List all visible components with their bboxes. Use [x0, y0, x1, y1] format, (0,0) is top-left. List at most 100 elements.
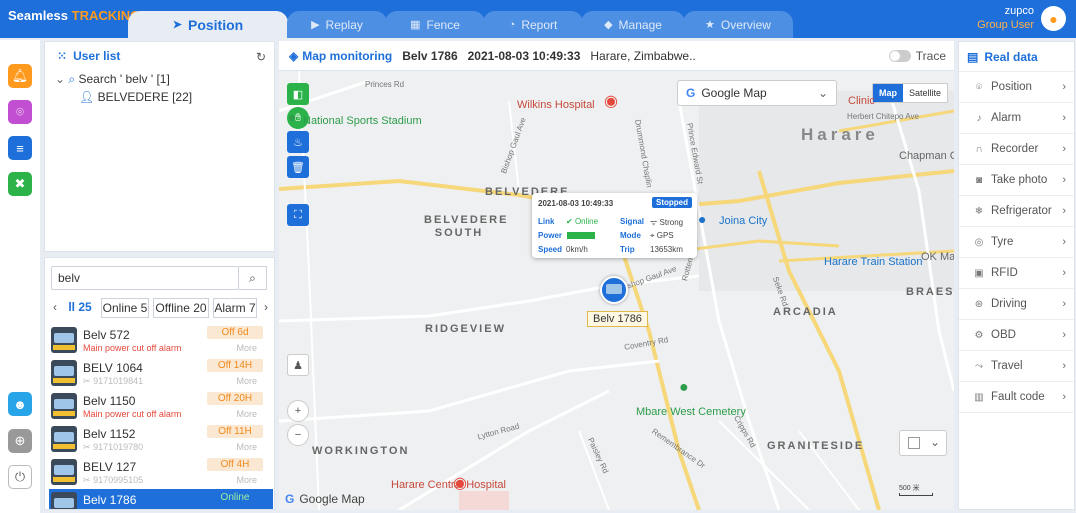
more-link[interactable]: More: [236, 475, 257, 485]
language-button[interactable]: ⊕: [8, 429, 32, 453]
top-bar: Seamless TRACKING ➤ Position ▶ Replay ▦ …: [0, 0, 1076, 38]
pegman-button[interactable]: ♟: [287, 354, 309, 376]
engine-icon: ⚙: [974, 329, 984, 341]
vehicle-search-input[interactable]: belv: [51, 266, 239, 290]
list-item[interactable]: BELV 1064 ✂︎ 9171019841 Off 14H More: [49, 357, 273, 390]
tree-search-node[interactable]: ⌄ ⌕ Search ' belv ' [1]: [55, 70, 274, 88]
more-link[interactable]: More: [236, 409, 257, 419]
video-icon: ▶: [311, 19, 320, 31]
bell-icon: ♪: [976, 112, 982, 124]
more-link[interactable]: More: [236, 343, 257, 353]
real-data-item-recorder[interactable]: ∩ Recorder ›: [959, 134, 1074, 165]
list-item[interactable]: Belv 1150 Main power cut off alarm Off 2…: [49, 390, 273, 423]
chevron-down-icon: ⌄: [817, 86, 828, 100]
real-data-item-travel[interactable]: ⤳ Travel ›: [959, 351, 1074, 382]
tab-offline[interactable]: Offline 20: [153, 298, 209, 318]
camera-icon: ◙: [975, 174, 983, 186]
logout-button[interactable]: ⏻: [8, 465, 32, 489]
item-label: OBD: [991, 329, 1016, 341]
real-data-item-obd[interactable]: ⚙ OBD ›: [959, 320, 1074, 351]
status-badge: Off 11H: [207, 425, 263, 438]
more-link[interactable]: More: [236, 376, 257, 386]
list-item[interactable]: BELV 127 ✂︎ 9170995105 Off 4H More: [49, 456, 273, 489]
map-scale-text: 500 米: [899, 485, 920, 492]
search-icon: ⌕: [249, 270, 256, 285]
street-view-button[interactable]: ◧: [287, 83, 309, 105]
real-data-item-tyre[interactable]: ◎ Tyre ›: [959, 227, 1074, 258]
stadium-marker-icon: ●: [288, 109, 297, 125]
cube-icon: ◆: [604, 19, 613, 31]
map-label: OK Ma: [921, 251, 954, 263]
real-data-item-driving[interactable]: ⊛ Driving ›: [959, 289, 1074, 320]
delete-button[interactable]: 🗑︎: [287, 156, 309, 178]
list-item[interactable]: Belv 572 Main power cut off alarm Off 6d…: [49, 324, 273, 357]
real-data-item-alarm[interactable]: ♪ Alarm ›: [959, 103, 1074, 134]
popup-signal-value: ᯤ Strong: [650, 217, 683, 228]
tab-online[interactable]: Online 5: [101, 298, 149, 318]
map-type-map[interactable]: Map: [873, 84, 903, 102]
toggle-switch[interactable]: [888, 50, 911, 62]
tab-all[interactable]: ll 25: [63, 298, 97, 318]
map-layers-icon: ◈: [289, 48, 299, 63]
search-icon: ⌕: [68, 72, 76, 86]
alarm-bell-button[interactable]: 🔔︎: [8, 64, 32, 88]
user-info: zupco Group User: [977, 4, 1034, 32]
layer-select[interactable]: ⌄: [899, 430, 947, 456]
chevron-left-icon[interactable]: ‹: [53, 300, 57, 314]
popup-mode-text: GPS: [656, 231, 674, 240]
more-link[interactable]: More: [236, 442, 257, 452]
vehicle-search-button[interactable]: ⌕: [239, 266, 267, 290]
vehicle-list-panel: belv ⌕ ‹ ll 25 Online 5 Offline 20 Alarm…: [44, 257, 275, 510]
map-label: Joina City: [719, 215, 768, 227]
vehicle-sim-number: 9171019841: [93, 376, 144, 386]
zoom-out-button[interactable]: −: [287, 424, 309, 446]
tab-replay[interactable]: ▶ Replay: [287, 11, 387, 38]
vehicle-name: BELV 1064: [83, 361, 143, 375]
list-item-selected[interactable]: Belv 1786 Online: [49, 489, 273, 509]
real-data-item-refrigerator[interactable]: ❄ Refrigerator ›: [959, 196, 1074, 227]
vehicle-marker[interactable]: [600, 276, 628, 304]
real-data-item-rfid[interactable]: ▣ RFID ›: [959, 258, 1074, 289]
map-type-satellite[interactable]: Satellite: [903, 84, 947, 102]
avatar[interactable]: ●: [1041, 6, 1066, 31]
refresh-icon[interactable]: ↻: [256, 50, 266, 64]
trace-toggle[interactable]: Trace: [888, 49, 946, 63]
tab-report[interactable]: ◔ Report: [483, 11, 583, 38]
select-area-button[interactable]: ⛶: [287, 204, 309, 226]
tab-manage[interactable]: ◆ Manage: [581, 11, 685, 38]
tools-icon: ✖: [14, 176, 26, 191]
search-node-count: [1]: [156, 72, 170, 86]
chevron-right-icon: ›: [1062, 112, 1066, 124]
chevron-down-icon[interactable]: ⌄: [55, 72, 65, 86]
document-button[interactable]: ≡: [8, 136, 32, 160]
navigation-icon: ➤: [172, 19, 182, 31]
tab-position[interactable]: ➤ Position: [128, 11, 288, 38]
map-provider-select[interactable]: G Google Map ⌄: [677, 80, 837, 106]
tools-button[interactable]: ✖: [8, 172, 32, 196]
tab-alarm[interactable]: Alarm 7: [213, 298, 257, 318]
selected-location: Harare, Zimbabwe..: [590, 48, 696, 63]
popup-key: Mode: [620, 231, 641, 240]
tab-overview[interactable]: ★ Overview: [683, 11, 793, 38]
location-button[interactable]: ⌾: [8, 100, 32, 124]
user-profile-button[interactable]: ☻: [8, 392, 32, 416]
item-label: Driving: [991, 298, 1027, 310]
real-data-icon: ▤: [967, 49, 979, 64]
zoom-in-button[interactable]: +: [287, 400, 309, 422]
chevron-right-icon[interactable]: ›: [264, 300, 268, 314]
vehicle-marker-label[interactable]: Belv 1786: [587, 311, 648, 327]
real-data-item-take-photo[interactable]: ◙ Take photo ›: [959, 165, 1074, 196]
vehicle-sim-number: 9171019780: [93, 442, 144, 452]
tab-fence[interactable]: ▦ Fence: [385, 11, 485, 38]
real-data-item-position[interactable]: ⌾ Position ›: [959, 72, 1074, 103]
sim-icon: ✂︎: [83, 376, 91, 386]
map-canvas[interactable]: ◧ ✋︎ ♨ 🗑︎ ⛶ ♟ + − G Google Map ⌄ Map Sat…: [279, 71, 954, 510]
trace-label: Trace: [915, 49, 946, 63]
real-data-header: ▤ Real data: [959, 42, 1074, 72]
map-type-toggle: Map Satellite: [872, 83, 949, 103]
list-item[interactable]: Belv 1152 ✂︎ 9171019780 Off 11H More: [49, 423, 273, 456]
tree-user-node[interactable]: 👤︎ BELVEDERE [22]: [55, 88, 274, 106]
fingerprint-button[interactable]: ♨: [287, 131, 309, 153]
real-data-item-fault-code[interactable]: ▥ Fault code ›: [959, 382, 1074, 413]
brand-logo: Seamless TRACKING: [8, 8, 140, 23]
